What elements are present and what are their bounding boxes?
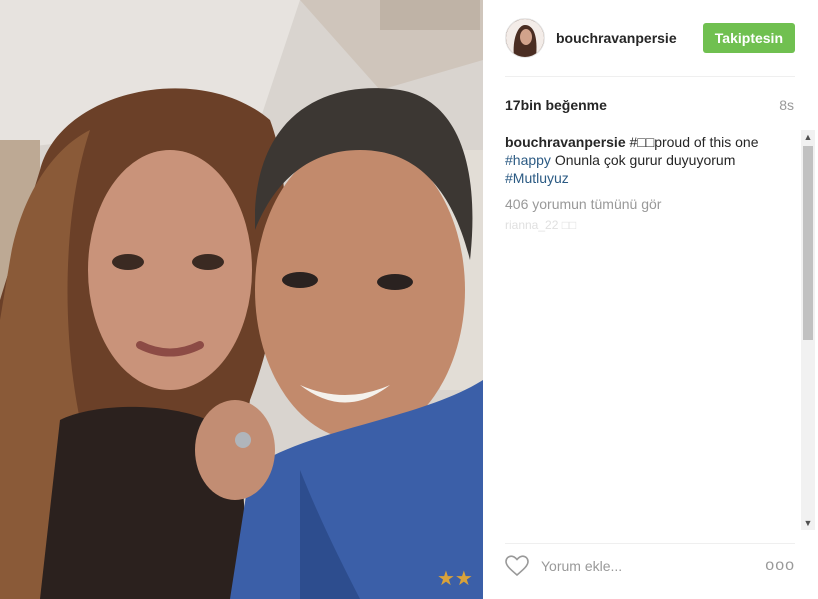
partial-comment: rianna_22 □□	[505, 218, 577, 232]
more-options-icon[interactable]: ooo	[765, 557, 795, 575]
scroll-up-arrow-icon[interactable]: ▲	[801, 130, 815, 144]
comments-scrollbar[interactable]: ▲ ▼	[801, 130, 815, 530]
heart-outline-icon[interactable]	[505, 555, 529, 577]
caption-text-2: Onunla çok gurur duyuyorum	[550, 152, 736, 168]
view-all-comments-link[interactable]: 406 yorumun tümünü gör	[505, 196, 784, 212]
scroll-thumb[interactable]	[803, 146, 813, 340]
post-panel: bouchravanpersie Takiptesin 17bin beğenm…	[483, 0, 818, 599]
footer-divider	[505, 543, 795, 544]
follow-button[interactable]: Takiptesin	[702, 23, 795, 53]
caption-username[interactable]: bouchravanpersie	[505, 134, 626, 150]
post-header: bouchravanpersie Takiptesin	[505, 14, 795, 62]
caption-text-1: #□□proud of this one	[625, 134, 759, 150]
svg-text:★★: ★★	[437, 566, 473, 590]
avatar[interactable]	[505, 18, 545, 58]
comment-input[interactable]	[539, 557, 766, 575]
hashtag-happy[interactable]: #happy	[505, 152, 551, 168]
post-photo[interactable]: ★★	[0, 0, 483, 599]
header-divider	[505, 76, 795, 77]
hashtag-mutluyuz[interactable]: #Mutluyuz	[505, 170, 569, 186]
post-username[interactable]: bouchravanpersie	[556, 30, 703, 46]
post-time[interactable]: 8s	[779, 97, 794, 113]
likes-row: 17bin beğenme 8s	[505, 97, 794, 113]
caption: bouchravanpersie #□□proud of this one #h…	[505, 133, 784, 187]
comments-area: bouchravanpersie #□□proud of this one #h…	[505, 133, 784, 530]
likes-count[interactable]: 17bin beğenme	[505, 97, 607, 113]
comment-bar: ooo	[505, 553, 795, 579]
scroll-down-arrow-icon[interactable]: ▼	[801, 516, 815, 530]
